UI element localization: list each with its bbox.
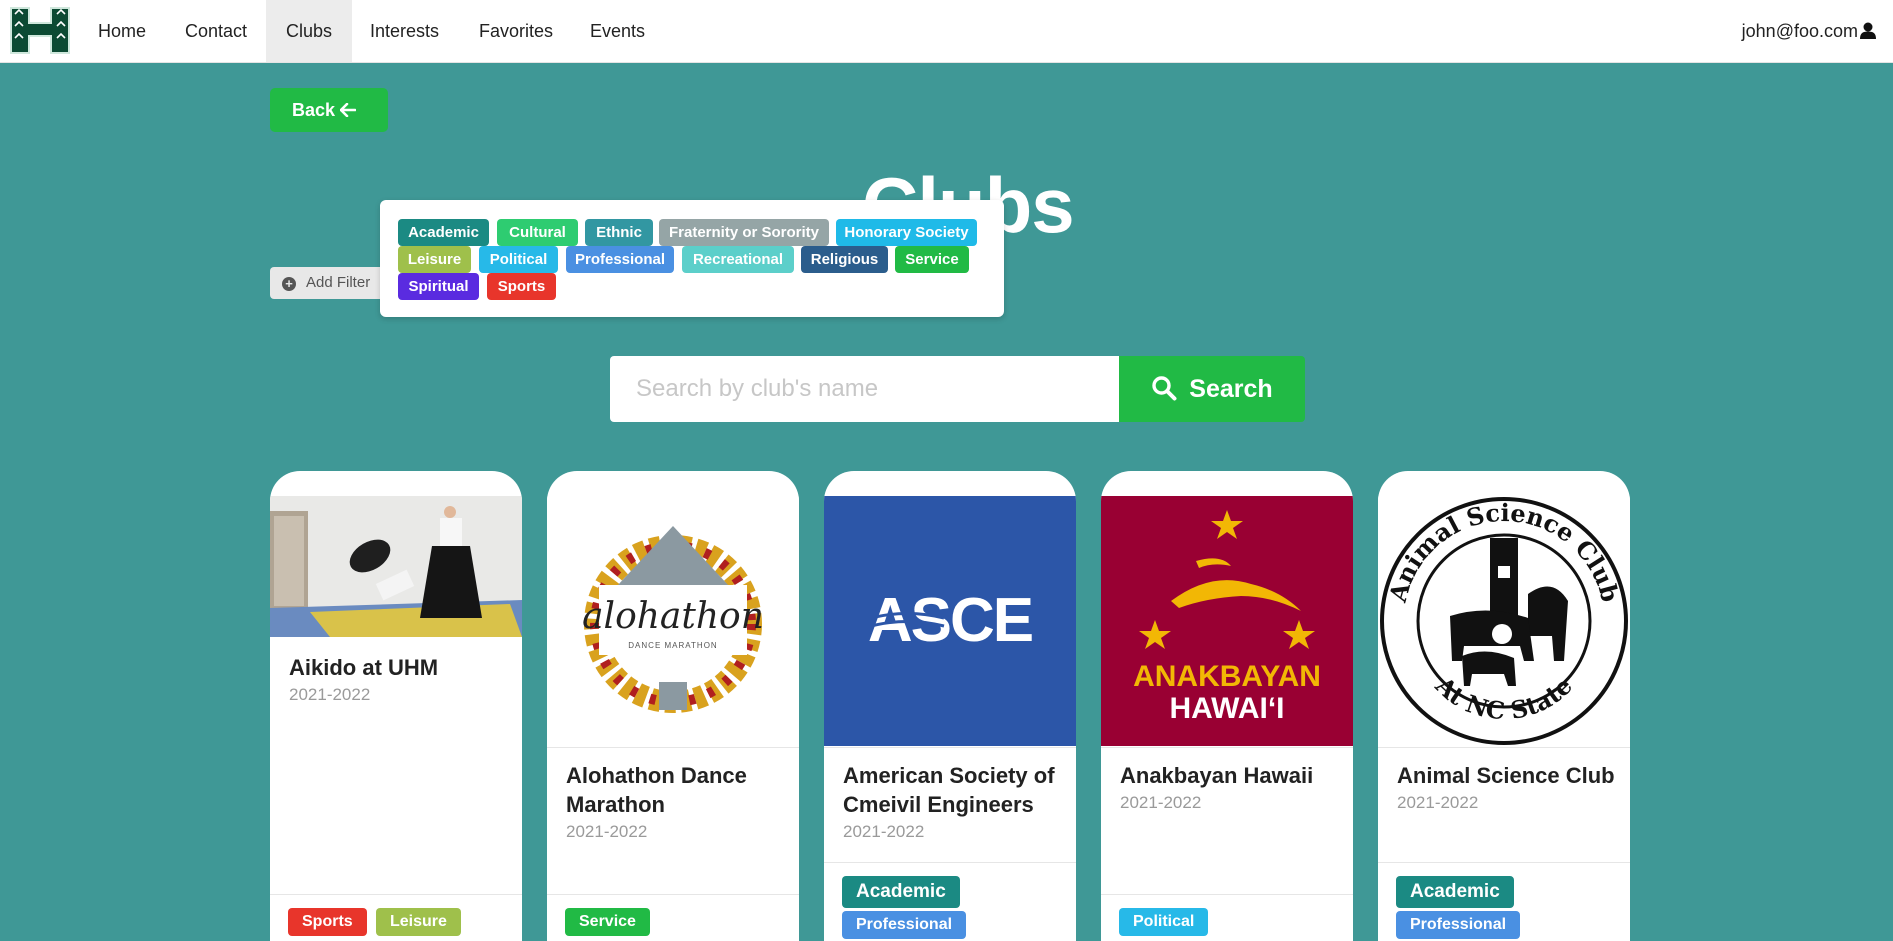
- nav-clubs[interactable]: Clubs: [266, 0, 353, 62]
- club-tag: Sports: [288, 908, 367, 936]
- filter-chip-ethnic[interactable]: Ethnic: [585, 219, 653, 246]
- club-year: 2021-2022: [289, 685, 371, 704]
- search-input[interactable]: [610, 356, 1119, 422]
- card-divider: [1101, 894, 1353, 895]
- club-name: Aikido at UHM: [289, 655, 439, 680]
- user-menu[interactable]: john@foo.com: [1742, 0, 1876, 62]
- club-year: 2021-2022: [843, 822, 925, 841]
- club-year: 2021-2022: [1397, 793, 1479, 812]
- filter-chip-service[interactable]: Service: [895, 246, 969, 273]
- club-tag: Professional: [842, 911, 967, 939]
- club-name: Alohathon Dance Marathon: [566, 763, 747, 817]
- club-card[interactable]: alohathon DANCE MARATHON Alohathon Dance…: [547, 471, 799, 941]
- club-image: ASCE: [824, 496, 1076, 746]
- alohathon-subword: DANCE MARATHON: [628, 641, 717, 650]
- uh-logo[interactable]: [9, 4, 71, 57]
- filter-chip-honorary[interactable]: Honorary Society: [836, 219, 977, 246]
- search-label: Search: [1189, 375, 1273, 403]
- club-tag: Political: [1119, 908, 1209, 936]
- add-filter-button[interactable]: + Add Filter: [270, 267, 388, 299]
- club-tag: Service: [565, 908, 650, 936]
- club-image: alohathon DANCE MARATHON: [547, 496, 799, 746]
- arrow-left-icon: [339, 102, 357, 118]
- card-divider: [824, 747, 1076, 748]
- filter-chip-political[interactable]: Political: [479, 246, 558, 273]
- filter-chip-leisure[interactable]: Leisure: [398, 246, 471, 273]
- club-image: ANAKBAYAN HAWAI‘I: [1101, 496, 1353, 746]
- user-icon: [1860, 22, 1876, 39]
- anakbayan-word: ANAKBAYAN: [1133, 660, 1321, 693]
- card-divider: [1378, 862, 1630, 863]
- user-email: john@foo.com: [1741, 21, 1858, 41]
- back-label: Back: [291, 100, 335, 120]
- card-divider: [547, 894, 799, 895]
- club-tag: Academic: [842, 876, 960, 908]
- club-image: [270, 496, 522, 637]
- back-button[interactable]: Back: [270, 88, 388, 132]
- card-divider: [1101, 747, 1353, 748]
- alohathon-word: alohathon: [582, 596, 764, 637]
- filter-chip-sports[interactable]: Sports: [487, 273, 556, 300]
- plus-circle-icon: +: [282, 277, 296, 291]
- card-divider: [547, 747, 799, 748]
- club-card[interactable]: Animal Science Club At NC State Animal S…: [1378, 471, 1630, 941]
- filter-chip-fraternity[interactable]: Fraternity or Sorority: [659, 219, 829, 246]
- add-filter-label: Add Filter: [306, 274, 371, 291]
- asce-word: ASCE: [868, 586, 1032, 655]
- club-name: Animal Science Club: [1397, 763, 1615, 788]
- search-icon: [1152, 376, 1177, 401]
- club-tag: Professional: [1396, 911, 1521, 939]
- club-year: 2021-2022: [1120, 793, 1202, 812]
- nav-interests[interactable]: Interests: [350, 0, 459, 62]
- card-divider: [824, 862, 1076, 863]
- nav-events[interactable]: Events: [570, 0, 665, 62]
- nav-contact[interactable]: Contact: [165, 0, 267, 62]
- club-tag: Leisure: [376, 908, 461, 936]
- club-tag: Academic: [1396, 876, 1514, 908]
- anakbayan-hawaii-word: HAWAI‘I: [1169, 692, 1284, 725]
- nav-favorites[interactable]: Favorites: [459, 0, 573, 62]
- top-navbar: Home Contact Clubs Interests Favorites E…: [0, 0, 1893, 63]
- club-name: American Society of Cmeivil Engineers: [843, 763, 1055, 817]
- club-card[interactable]: Aikido at UHM 2021-2022 Sports Leisure: [270, 471, 522, 941]
- card-divider: [270, 894, 522, 895]
- club-card[interactable]: ASCE American Society of Cmeivil Enginee…: [824, 471, 1076, 941]
- filter-popup: Academic Cultural Ethnic Fraternity or S…: [380, 200, 1004, 317]
- card-divider: [1378, 747, 1630, 748]
- filter-chip-religious[interactable]: Religious: [801, 246, 888, 273]
- nav-home[interactable]: Home: [78, 0, 166, 62]
- filter-chip-cultural[interactable]: Cultural: [497, 219, 578, 246]
- search-button[interactable]: Search: [1119, 356, 1305, 422]
- club-image: Animal Science Club At NC State: [1378, 496, 1630, 746]
- filter-chip-professional[interactable]: Professional: [566, 246, 674, 273]
- filter-chip-academic[interactable]: Academic: [398, 219, 489, 246]
- club-card[interactable]: ANAKBAYAN HAWAI‘I Anakbayan Hawaii 2021-…: [1101, 471, 1353, 941]
- filter-chip-spiritual[interactable]: Spiritual: [398, 273, 479, 300]
- filter-chip-recreational[interactable]: Recreational: [682, 246, 794, 273]
- club-name: Anakbayan Hawaii: [1120, 763, 1314, 788]
- club-year: 2021-2022: [566, 822, 648, 841]
